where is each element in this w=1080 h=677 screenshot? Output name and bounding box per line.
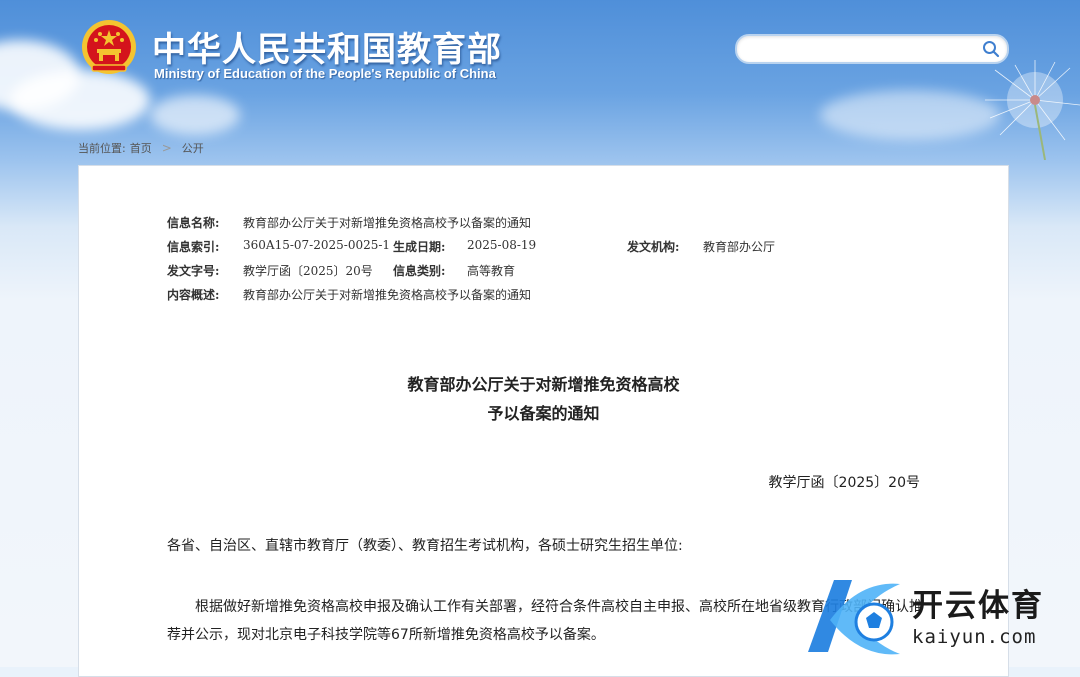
breadcrumb: 当前位置: 首页 > 公开 bbox=[78, 140, 204, 156]
meta-summary-value: 教育部办公厅关于对新增推免资格高校予以备案的通知 bbox=[243, 288, 532, 302]
breadcrumb-public-link[interactable]: 公开 bbox=[182, 140, 204, 156]
search-input[interactable] bbox=[737, 36, 996, 62]
dandelion-decoration-icon bbox=[985, 60, 1080, 160]
meta-agency-value: 教育部办公厅 bbox=[703, 240, 776, 254]
breadcrumb-separator: > bbox=[161, 141, 172, 155]
meta-index-label: 信息索引: bbox=[167, 240, 220, 254]
document-title-line2: 予以备案的通知 bbox=[487, 404, 600, 423]
watermark-brand-name: 开云体育 bbox=[912, 588, 1044, 624]
site-subtitle: Ministry of Education of the People's Re… bbox=[154, 66, 496, 81]
meta-category-value: 高等教育 bbox=[467, 264, 516, 278]
search-icon[interactable] bbox=[981, 39, 1001, 59]
document-salutation: 各省、自治区、直辖市教育厅（教委）、教育招生考试机构，各硕士研究生招生单位: bbox=[167, 538, 683, 554]
meta-name-label: 信息名称: bbox=[167, 216, 220, 230]
meta-date-label: 生成日期: bbox=[393, 240, 446, 254]
meta-agency-label: 发文机构: bbox=[627, 240, 680, 254]
document-number: 教学厅函〔2025〕20号 bbox=[768, 475, 920, 491]
meta-docno-value: 教学厅函〔2025〕20号 bbox=[243, 264, 373, 278]
meta-summary-label: 内容概述: bbox=[167, 288, 220, 302]
meta-date-value: 2025-08-19 bbox=[467, 238, 537, 252]
document-title: 教育部办公厅关于对新增推免资格高校 予以备案的通知 bbox=[79, 370, 1008, 428]
watermark-domain: kaiyun.com bbox=[912, 626, 1037, 648]
document-title-line1: 教育部办公厅关于对新增推免资格高校 bbox=[407, 375, 680, 394]
meta-name-value: 教育部办公厅关于对新增推免资格高校予以备案的通知 bbox=[243, 216, 532, 230]
meta-category-label: 信息类别: bbox=[393, 264, 446, 278]
national-emblem-icon bbox=[82, 20, 136, 74]
search-box bbox=[735, 34, 1009, 64]
breadcrumb-home-link[interactable]: 首页 bbox=[130, 140, 152, 156]
meta-index-value: 360A15-07-2025-0025-1 bbox=[243, 238, 391, 252]
site-title: 中华人民共和国教育部 bbox=[152, 30, 502, 70]
meta-docno-label: 发文字号: bbox=[167, 264, 220, 278]
breadcrumb-prefix: 当前位置: bbox=[78, 142, 126, 155]
